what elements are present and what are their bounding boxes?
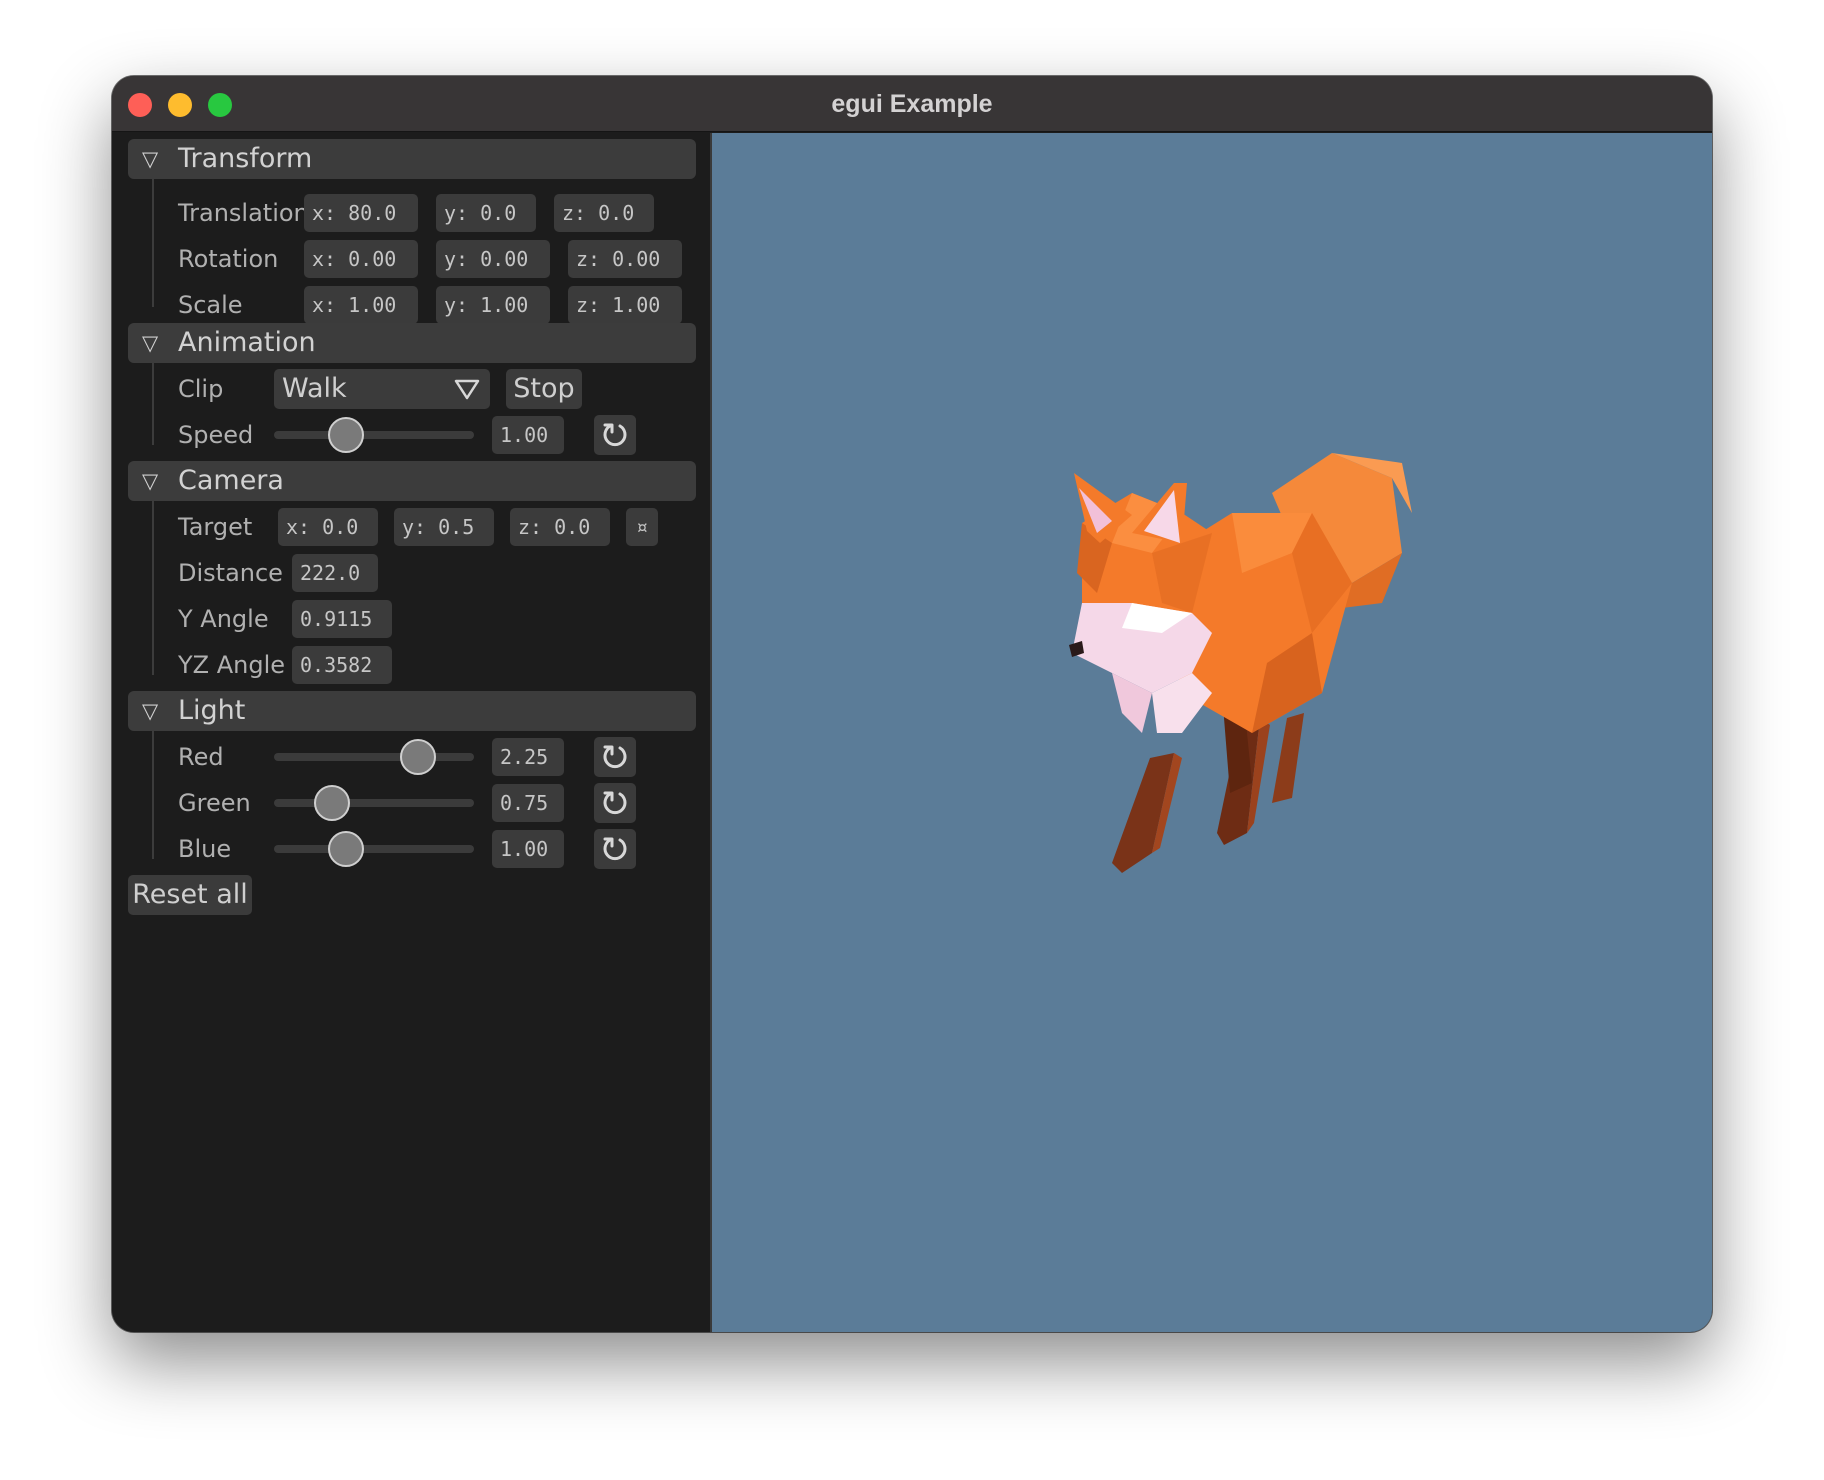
red-slider-handle[interactable] <box>400 739 436 775</box>
reset-arrow-icon <box>603 745 627 769</box>
light-indent-line <box>152 731 154 859</box>
triangle-down-icon: ▽ <box>142 469 159 493</box>
blue-reset-button[interactable] <box>594 829 636 869</box>
animation-header[interactable]: ▽ Animation <box>128 323 696 363</box>
target-x-field[interactable]: x: 0.0 <box>278 508 378 546</box>
red-slider[interactable] <box>274 739 474 775</box>
speed-reset-button[interactable] <box>594 415 636 455</box>
target-y-field[interactable]: y: 0.5 <box>394 508 494 546</box>
blue-slider[interactable] <box>274 831 474 867</box>
y-angle-label: Y Angle <box>178 605 269 633</box>
green-label: Green <box>178 789 251 817</box>
rotation-label: Rotation <box>178 245 279 273</box>
blue-label: Blue <box>178 835 232 863</box>
camera-indent-line <box>152 501 154 675</box>
fox-model <box>1069 453 1412 873</box>
scale-label: Scale <box>178 291 243 319</box>
target-z-field[interactable]: z: 0.0 <box>510 508 610 546</box>
animation-header-label: Animation <box>178 327 316 358</box>
green-value-field[interactable]: 0.75 <box>492 784 564 822</box>
transform-header[interactable]: ▽ Transform <box>128 139 696 179</box>
speed-slider[interactable] <box>274 417 474 453</box>
red-reset-button[interactable] <box>594 737 636 777</box>
y-angle-field[interactable]: 0.9115 <box>292 600 392 638</box>
scale-z-field[interactable]: z: 1.00 <box>568 286 682 324</box>
distance-label: Distance <box>178 559 283 587</box>
target-reset-button[interactable]: ¤ <box>626 508 658 546</box>
translation-y-field[interactable]: y: 0.0 <box>436 194 536 232</box>
green-reset-button[interactable] <box>594 783 636 823</box>
scale-y-field[interactable]: y: 1.00 <box>436 286 550 324</box>
3d-viewport[interactable] <box>712 133 1712 1332</box>
yz-angle-field[interactable]: 0.3582 <box>292 646 392 684</box>
light-header[interactable]: ▽ Light <box>128 691 696 731</box>
animation-indent-line <box>152 363 154 445</box>
triangle-down-icon: ▽ <box>142 331 159 355</box>
scale-x-field[interactable]: x: 1.00 <box>304 286 418 324</box>
camera-header[interactable]: ▽ Camera <box>128 461 696 501</box>
clip-label: Clip <box>178 375 224 403</box>
blue-value-field[interactable]: 1.00 <box>492 830 564 868</box>
speed-label: Speed <box>178 421 254 449</box>
target-label: Target <box>178 513 253 541</box>
light-header-label: Light <box>178 695 246 726</box>
reset-arrow-icon <box>603 423 627 447</box>
red-label: Red <box>178 743 224 771</box>
yz-angle-label: YZ Angle <box>178 651 286 679</box>
clip-dropdown[interactable]: Walk <box>274 369 490 409</box>
title-bar: egui Example <box>112 76 1712 132</box>
rotation-y-field[interactable]: y: 0.00 <box>436 240 550 278</box>
clip-selected-value: Walk <box>282 373 347 404</box>
side-panel: ▽ Transform Translation x: 80.0 y: 0.0 z… <box>112 133 712 1332</box>
transform-header-label: Transform <box>178 143 313 174</box>
dropdown-triangle-icon <box>454 379 480 400</box>
stop-button[interactable]: Stop <box>506 369 582 409</box>
triangle-down-icon: ▽ <box>142 147 159 171</box>
blue-slider-handle[interactable] <box>328 831 364 867</box>
reset-all-button[interactable]: Reset all <box>128 875 252 915</box>
translation-x-field[interactable]: x: 80.0 <box>304 194 418 232</box>
speed-value-field[interactable]: 1.00 <box>492 416 564 454</box>
app-window: egui Example ▽ Transform Translation x: … <box>112 76 1712 1332</box>
distance-field[interactable]: 222.0 <box>292 554 378 592</box>
red-value-field[interactable]: 2.25 <box>492 738 564 776</box>
green-slider[interactable] <box>274 785 474 821</box>
translation-z-field[interactable]: z: 0.0 <box>554 194 654 232</box>
rotation-x-field[interactable]: x: 0.00 <box>304 240 418 278</box>
camera-header-label: Camera <box>178 465 284 496</box>
window-title: egui Example <box>831 90 993 118</box>
transform-indent-line <box>152 179 154 307</box>
reset-arrow-icon <box>603 837 627 861</box>
translation-label: Translation <box>178 199 309 227</box>
speed-slider-handle[interactable] <box>328 417 364 453</box>
triangle-down-icon: ▽ <box>142 699 159 723</box>
rotation-z-field[interactable]: z: 0.00 <box>568 240 682 278</box>
green-slider-handle[interactable] <box>314 785 350 821</box>
reset-arrow-icon <box>603 791 627 815</box>
